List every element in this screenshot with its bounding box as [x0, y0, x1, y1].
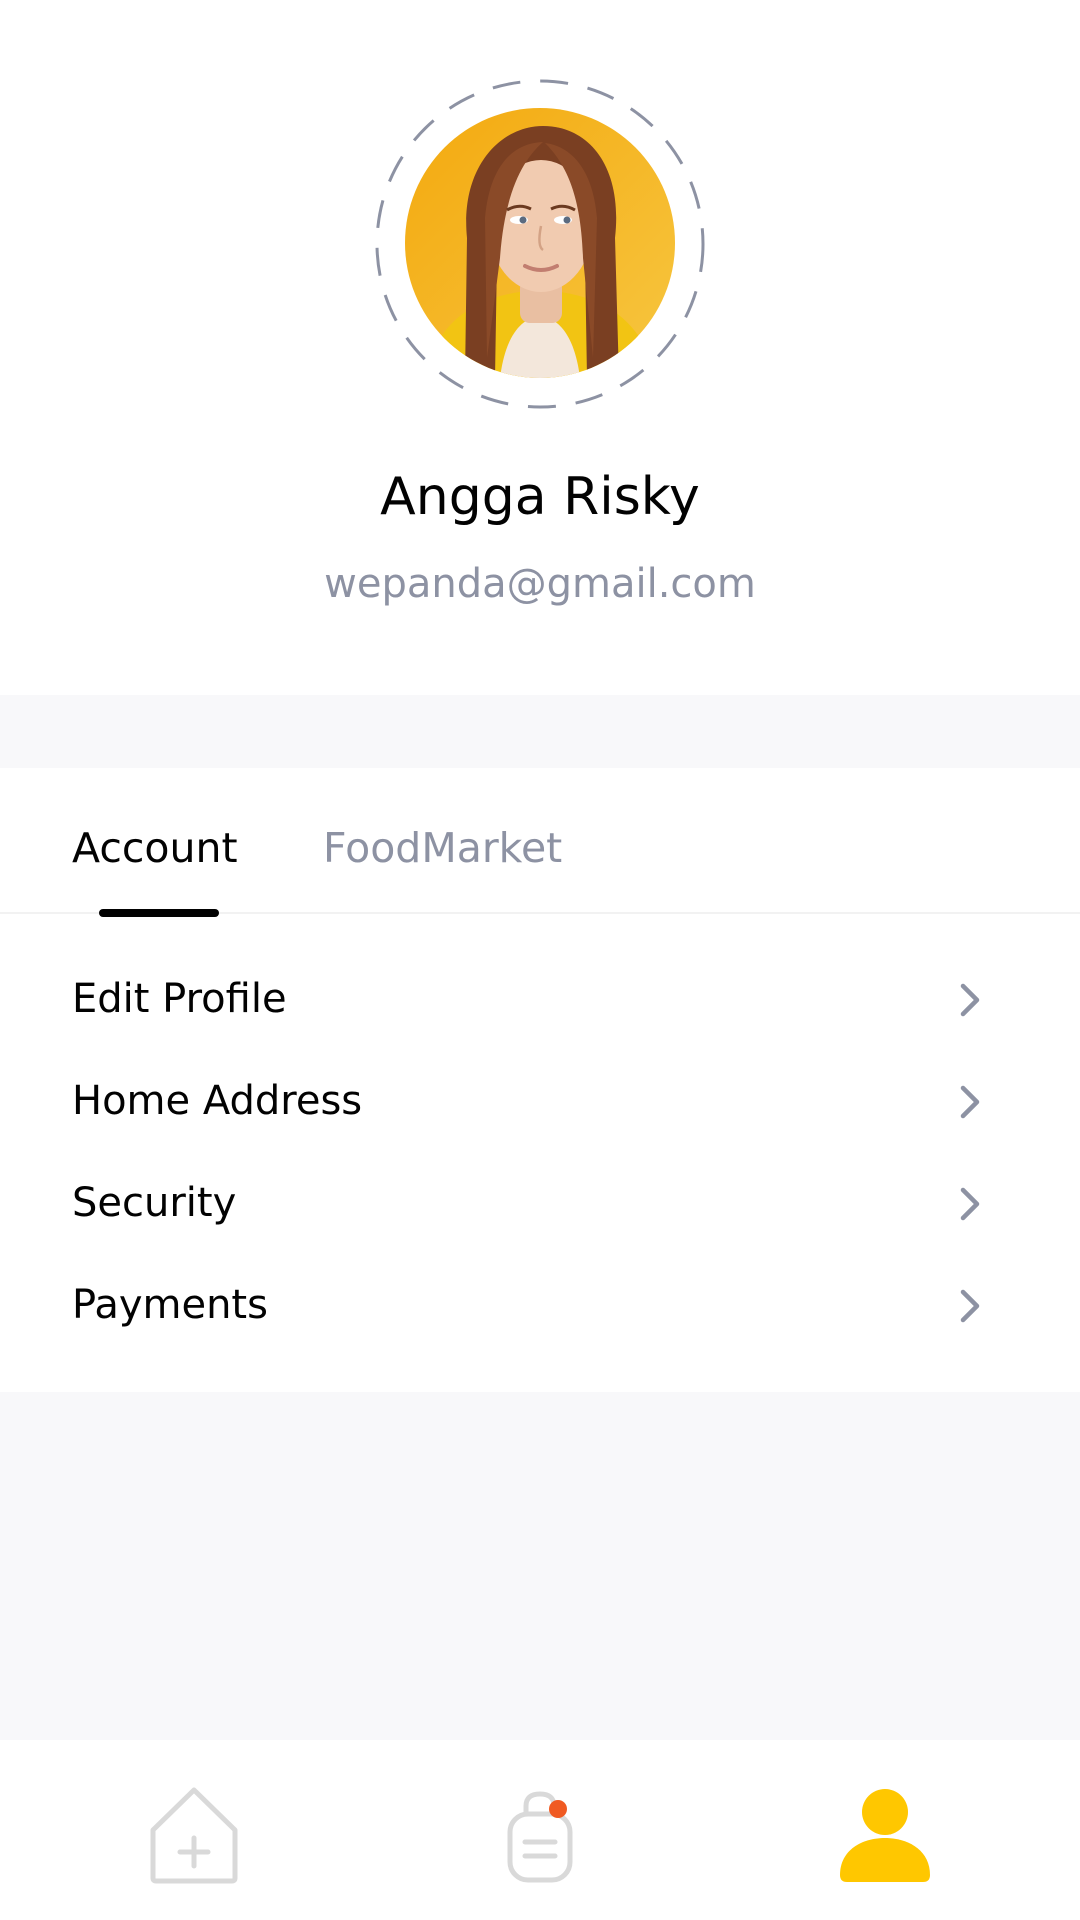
shopping-bag-icon: [507, 1791, 573, 1883]
nav-profile-button[interactable]: [830, 1780, 940, 1890]
profile-icon: [840, 1789, 930, 1882]
profile-card: Angga Risky wepanda@gmail.com: [0, 0, 1080, 695]
menu-item-label: Edit Profile: [72, 976, 287, 1022]
profile-name: Angga Risky: [380, 467, 700, 527]
chevron-right-icon: [960, 1187, 980, 1221]
chevron-right-icon: [960, 1085, 980, 1119]
home-icon: [150, 1787, 238, 1884]
avatar-photo-illustration: [405, 108, 675, 378]
profile-email: wepanda@gmail.com: [324, 561, 756, 607]
nav-home-button[interactable]: [139, 1780, 249, 1890]
avatar[interactable]: [405, 108, 675, 378]
menu-item-label: Home Address: [72, 1078, 363, 1124]
chevron-right-icon: [960, 983, 980, 1017]
menu-item-security[interactable]: Security: [0, 1153, 1080, 1255]
menu-item-home-address[interactable]: Home Address: [0, 1051, 1080, 1153]
nav-orders-button[interactable]: [485, 1780, 595, 1890]
notification-badge: [549, 1800, 567, 1818]
menu-item-payments[interactable]: Payments: [0, 1255, 1080, 1357]
tab-account[interactable]: Account: [72, 820, 238, 876]
tab-foodmarket[interactable]: FoodMarket: [323, 820, 562, 876]
chevron-right-icon: [960, 1289, 980, 1323]
menu-item-edit-profile[interactable]: Edit Profile: [0, 949, 1080, 1051]
menu-item-label: Payments: [72, 1282, 268, 1328]
menu-item-label: Security: [72, 1180, 237, 1226]
active-tab-indicator: [99, 909, 219, 917]
